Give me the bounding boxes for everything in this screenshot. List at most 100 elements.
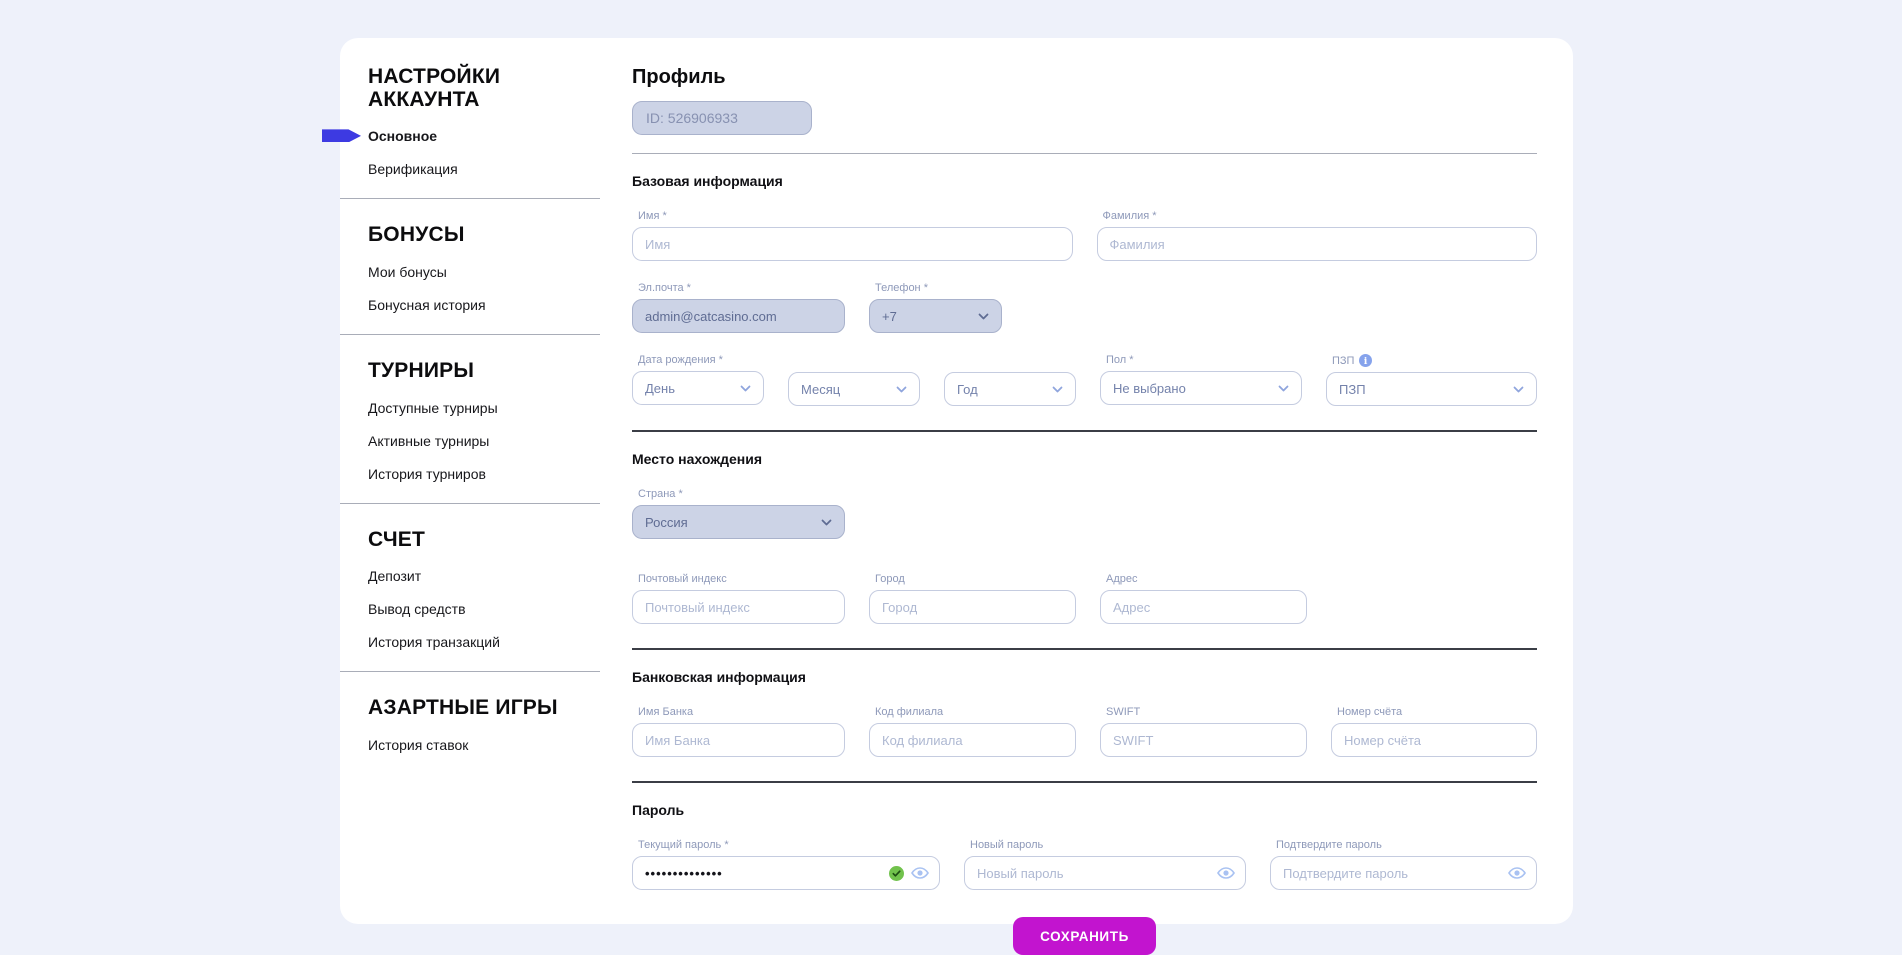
phone-code-value: +7: [882, 309, 897, 324]
sidebar-section-title-account-money: СЧЕТ: [368, 529, 602, 552]
current-password-label: Текущий пароль *: [638, 839, 940, 851]
field-last-name: Фамилия *: [1097, 210, 1538, 261]
section-title-password: Пароль: [632, 802, 1537, 818]
sidebar-item-bonus-history[interactable]: Бонусная история: [368, 297, 602, 313]
section-title-location: Место нахождения: [632, 451, 1537, 467]
field-first-name: Имя *: [632, 210, 1073, 261]
field-birth-month: Месяц: [788, 354, 920, 406]
chevron-down-icon: [1278, 385, 1289, 392]
chevron-down-icon: [821, 519, 832, 526]
sidebar-item-bet-history[interactable]: История ставок: [368, 737, 602, 753]
sidebar-item-withdrawal[interactable]: Вывод средств: [368, 601, 602, 617]
sidebar-divider: [340, 503, 600, 504]
field-branch-code: Код филиала: [869, 706, 1076, 757]
chevron-down-icon: [1513, 386, 1524, 393]
branch-code-label: Код филиала: [875, 706, 1076, 718]
birth-day-value: День: [645, 381, 675, 396]
phone-code-select[interactable]: +7: [869, 299, 1002, 333]
sidebar-item-label: Верификация: [368, 161, 458, 177]
sidebar-item-my-bonuses[interactable]: Мои бонусы: [368, 264, 602, 280]
account-number-input[interactable]: [1331, 723, 1537, 757]
save-button[interactable]: СОХРАНИТЬ: [1013, 917, 1156, 955]
birth-day-select[interactable]: День: [632, 371, 764, 405]
sidebar-item-label: История ставок: [368, 737, 468, 753]
sidebar-item-tournament-history[interactable]: История турниров: [368, 466, 602, 482]
chevron-down-icon: [896, 386, 907, 393]
first-name-input[interactable]: [632, 227, 1073, 261]
sidebar-item-verification[interactable]: Верификация: [368, 161, 602, 177]
sidebar-item-deposit[interactable]: Депозит: [368, 568, 602, 584]
sidebar-section-title-bonuses: БОНУСЫ: [368, 224, 602, 247]
field-gender: Пол * Не выбрано: [1100, 354, 1302, 406]
section-title-bank: Банковская информация: [632, 669, 1537, 685]
chevron-down-icon: [740, 385, 751, 392]
field-swift: SWIFT: [1100, 706, 1307, 757]
field-account-number: Номер счёта: [1331, 706, 1537, 757]
postal-code-input[interactable]: [632, 590, 845, 624]
page-title: Профиль: [632, 66, 1537, 89]
birth-year-select[interactable]: Год: [944, 372, 1076, 406]
sidebar-item-main[interactable]: Основное: [368, 128, 602, 144]
pzp-label: ПЗП i: [1332, 354, 1537, 367]
svg-text:i: i: [1364, 356, 1368, 367]
email-field[interactable]: [632, 299, 845, 333]
account-number-label: Номер счёта: [1337, 706, 1537, 718]
email-label: Эл.почта *: [638, 282, 845, 294]
settings-card: НАСТРОЙКИ АККАУНТА Основное Верификация …: [340, 38, 1573, 924]
sidebar: НАСТРОЙКИ АККАУНТА Основное Верификация …: [340, 38, 632, 924]
sidebar-item-label: Мои бонусы: [368, 264, 447, 280]
address-input[interactable]: [1100, 590, 1307, 624]
last-name-input[interactable]: [1097, 227, 1538, 261]
section-title-basic: Базовая информация: [632, 173, 1537, 189]
branch-code-input[interactable]: [869, 723, 1076, 757]
country-label: Страна *: [638, 488, 845, 500]
eye-icon[interactable]: [911, 867, 929, 879]
sidebar-item-label: Бонусная история: [368, 297, 486, 313]
sidebar-item-label: Депозит: [368, 568, 421, 584]
sidebar-section-title-account: НАСТРОЙКИ АККАУНТА: [368, 66, 602, 111]
sidebar-section-title-gambling: АЗАРТНЫЕ ИГРЫ: [368, 697, 602, 720]
sidebar-item-label: Основное: [368, 128, 437, 144]
sidebar-item-available-tournaments[interactable]: Доступные турниры: [368, 400, 602, 416]
country-select[interactable]: Россия: [632, 505, 845, 539]
chevron-down-icon: [978, 313, 989, 320]
swift-label: SWIFT: [1106, 706, 1307, 718]
section-divider: [632, 430, 1537, 432]
valid-check-icon: [889, 866, 904, 881]
birth-date-label: Дата рождения *: [638, 354, 764, 366]
new-password-input[interactable]: [964, 856, 1246, 890]
city-input[interactable]: [869, 590, 1076, 624]
pzp-value: ПЗП: [1339, 382, 1366, 397]
sidebar-item-label: История транзакций: [368, 634, 500, 650]
sidebar-divider: [340, 334, 600, 335]
bank-name-label: Имя Банка: [638, 706, 845, 718]
field-confirm-password: Подтвердите пароль: [1270, 839, 1537, 890]
country-value: Россия: [645, 515, 688, 530]
postal-code-label: Почтовый индекс: [638, 573, 845, 585]
sidebar-section-title-tournaments: ТУРНИРЫ: [368, 360, 602, 383]
birth-month-select[interactable]: Месяц: [788, 372, 920, 406]
field-city: Город: [869, 573, 1076, 624]
bank-name-input[interactable]: [632, 723, 845, 757]
first-name-label: Имя *: [638, 210, 1073, 222]
field-email: Эл.почта *: [632, 282, 845, 333]
user-id-value: ID: 526906933: [646, 110, 738, 126]
field-birth-year: Год: [944, 354, 1076, 406]
sidebar-item-active-tournaments[interactable]: Активные турниры: [368, 433, 602, 449]
field-pzp: ПЗП i ПЗП: [1326, 354, 1537, 406]
eye-icon[interactable]: [1508, 867, 1526, 879]
sidebar-item-transaction-history[interactable]: История транзакций: [368, 634, 602, 650]
pzp-select[interactable]: ПЗП: [1326, 372, 1537, 406]
gender-value: Не выбрано: [1113, 381, 1186, 396]
gender-select[interactable]: Не выбрано: [1100, 371, 1302, 405]
sidebar-item-label: История турниров: [368, 466, 486, 482]
sidebar-item-label: Доступные турниры: [368, 400, 498, 416]
sidebar-divider: [340, 671, 600, 672]
info-icon[interactable]: i: [1359, 354, 1372, 367]
confirm-password-input[interactable]: [1270, 856, 1537, 890]
field-new-password: Новый пароль: [964, 839, 1246, 890]
eye-icon[interactable]: [1217, 867, 1235, 879]
pzp-label-text: ПЗП: [1332, 355, 1354, 367]
new-password-label: Новый пароль: [970, 839, 1246, 851]
swift-input[interactable]: [1100, 723, 1307, 757]
